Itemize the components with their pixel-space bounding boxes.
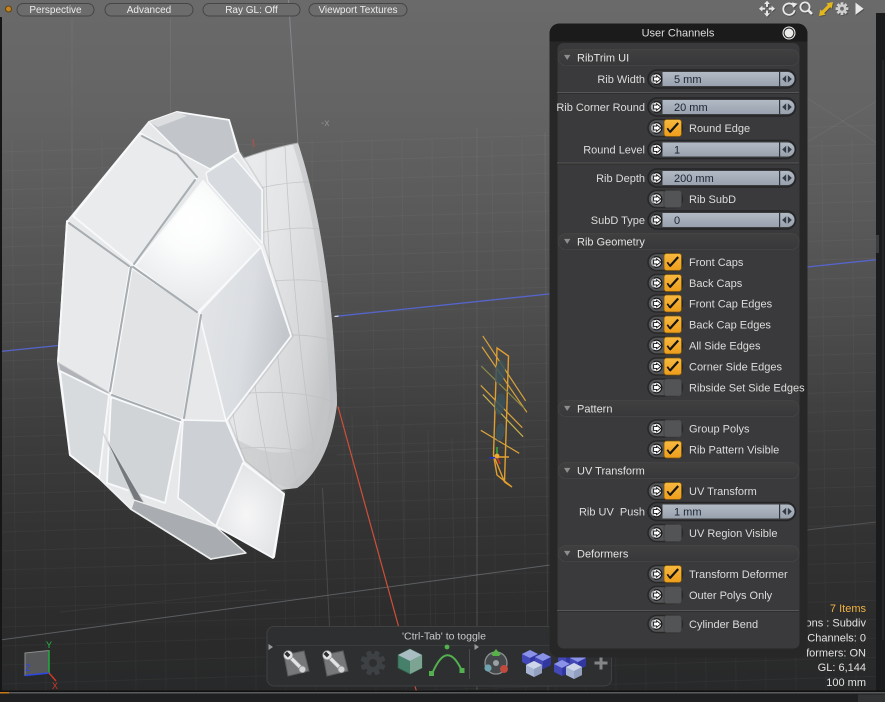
svg-text:Y: Y <box>46 640 52 650</box>
svg-text:Rib Corner Round: Rib Corner Round <box>556 102 645 114</box>
svg-text:Pattern: Pattern <box>577 404 612 416</box>
svg-text:1: 1 <box>674 145 680 157</box>
svg-text:Back Caps: Back Caps <box>689 278 743 290</box>
svg-text:5 mm: 5 mm <box>674 74 702 86</box>
svg-text:'Ctrl-Tab' to toggle: 'Ctrl-Tab' to toggle <box>402 631 486 643</box>
svg-text:0: 0 <box>674 215 680 227</box>
svg-text:All Side Edges: All Side Edges <box>689 341 761 353</box>
svg-text:20 mm: 20 mm <box>674 102 708 114</box>
svg-text:200 mm: 200 mm <box>674 173 714 185</box>
svg-text:formers: ON: formers: ON <box>806 648 866 660</box>
svg-text:ons : Subdiv: ons : Subdiv <box>805 618 866 630</box>
svg-text:Rib Geometry: Rib Geometry <box>577 237 645 249</box>
svg-text:UV Transform: UV Transform <box>689 486 757 498</box>
svg-text:Round Level: Round Level <box>583 145 645 157</box>
svg-text:Rib Pattern Visible: Rib Pattern Visible <box>689 445 779 457</box>
svg-text:Back Cap Edges: Back Cap Edges <box>689 320 771 332</box>
svg-text:Rib Width: Rib Width <box>597 74 645 86</box>
svg-text:Advanced: Advanced <box>127 5 171 16</box>
svg-text:Perspective: Perspective <box>29 5 82 16</box>
svg-text:7 Items: 7 Items <box>830 603 867 615</box>
svg-text:Ribside Set Side Edges: Ribside Set Side Edges <box>689 383 805 395</box>
svg-text:GL: 6,144: GL: 6,144 <box>818 662 866 674</box>
svg-text:Rib SubD: Rib SubD <box>689 194 736 206</box>
svg-text:RibTrim UI: RibTrim UI <box>577 53 629 65</box>
svg-text:Deformers: Deformers <box>577 549 629 561</box>
svg-text:UV Region Visible: UV Region Visible <box>689 528 777 540</box>
svg-text:100 mm: 100 mm <box>826 677 866 689</box>
svg-text:UV Transform: UV Transform <box>577 466 645 478</box>
svg-text:1 mm: 1 mm <box>674 507 702 519</box>
svg-text:Cylinder Bend: Cylinder Bend <box>689 619 758 631</box>
svg-text:Rib Depth: Rib Depth <box>596 173 645 185</box>
svg-text:Front Caps: Front Caps <box>689 257 744 269</box>
svg-text:User Channels: User Channels <box>642 28 715 40</box>
svg-text:Corner Side Edges: Corner Side Edges <box>689 362 782 374</box>
svg-text:Z: Z <box>25 663 31 673</box>
svg-text:Front Cap Edges: Front Cap Edges <box>689 299 773 311</box>
svg-text:Rib UV Push: Rib UV Push <box>579 507 645 519</box>
svg-text:Channels: 0: Channels: 0 <box>807 633 866 645</box>
svg-text:Outer Polys Only: Outer Polys Only <box>689 590 773 602</box>
svg-text:Round Edge: Round Edge <box>689 123 750 135</box>
svg-text:-x: -x <box>321 118 329 129</box>
svg-text:Group Polys: Group Polys <box>689 424 750 436</box>
svg-text:Transform Deformer: Transform Deformer <box>689 569 788 581</box>
svg-text:Ray GL: Off: Ray GL: Off <box>225 5 278 16</box>
svg-text:Viewport Textures: Viewport Textures <box>318 5 397 16</box>
svg-text:X: X <box>52 681 58 691</box>
svg-text:SubD Type: SubD Type <box>591 215 645 227</box>
